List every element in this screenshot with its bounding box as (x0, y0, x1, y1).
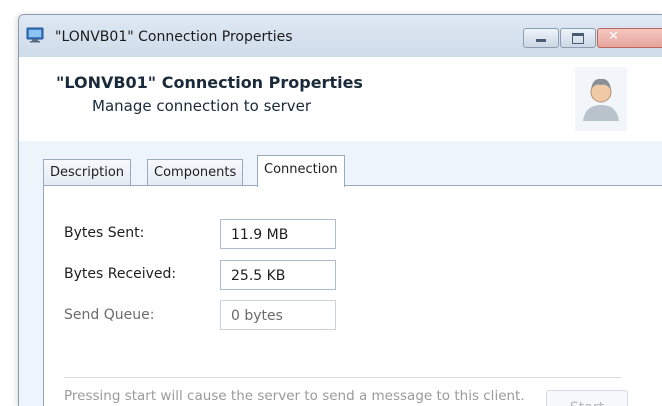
tab-components[interactable]: Components (147, 159, 244, 186)
user-avatar-icon (575, 67, 627, 131)
tab-connection[interactable]: Connection (257, 155, 345, 187)
title-bar[interactable]: "LONVB01" Connection Properties (19, 15, 662, 57)
header-banner: "LONVB01" Connection Properties Manage c… (19, 57, 662, 141)
connection-properties-window: "LONVB01" Connection Properties "LONVB01… (18, 14, 662, 406)
send-queue-label: Send Queue: (64, 307, 155, 323)
start-info-text: Pressing start will cause the server to … (64, 388, 525, 404)
header-title: "LONVB01" Connection Properties (56, 73, 363, 92)
send-queue-value: 0 bytes (220, 300, 336, 330)
minimize-button[interactable] (523, 28, 559, 48)
bytes-received-value: 25.5 KB (220, 260, 336, 290)
bytes-received-label: Bytes Received: (64, 266, 177, 282)
content-area: Description Components Connection Bytes … (19, 141, 662, 406)
bytes-sent-label: Bytes Sent: (64, 225, 145, 241)
window-title: "LONVB01" Connection Properties (55, 29, 293, 45)
maximize-button[interactable] (560, 28, 596, 48)
header-subtitle: Manage connection to server (92, 97, 312, 115)
computer-icon (26, 27, 44, 43)
connection-panel: Bytes Sent: 11.9 MB Bytes Received: 25.5… (43, 185, 662, 406)
bytes-sent-value: 11.9 MB (220, 219, 336, 249)
close-button[interactable] (597, 28, 662, 48)
start-button[interactable]: Start (546, 390, 628, 406)
divider (64, 377, 621, 378)
tab-description[interactable]: Description (43, 159, 132, 186)
